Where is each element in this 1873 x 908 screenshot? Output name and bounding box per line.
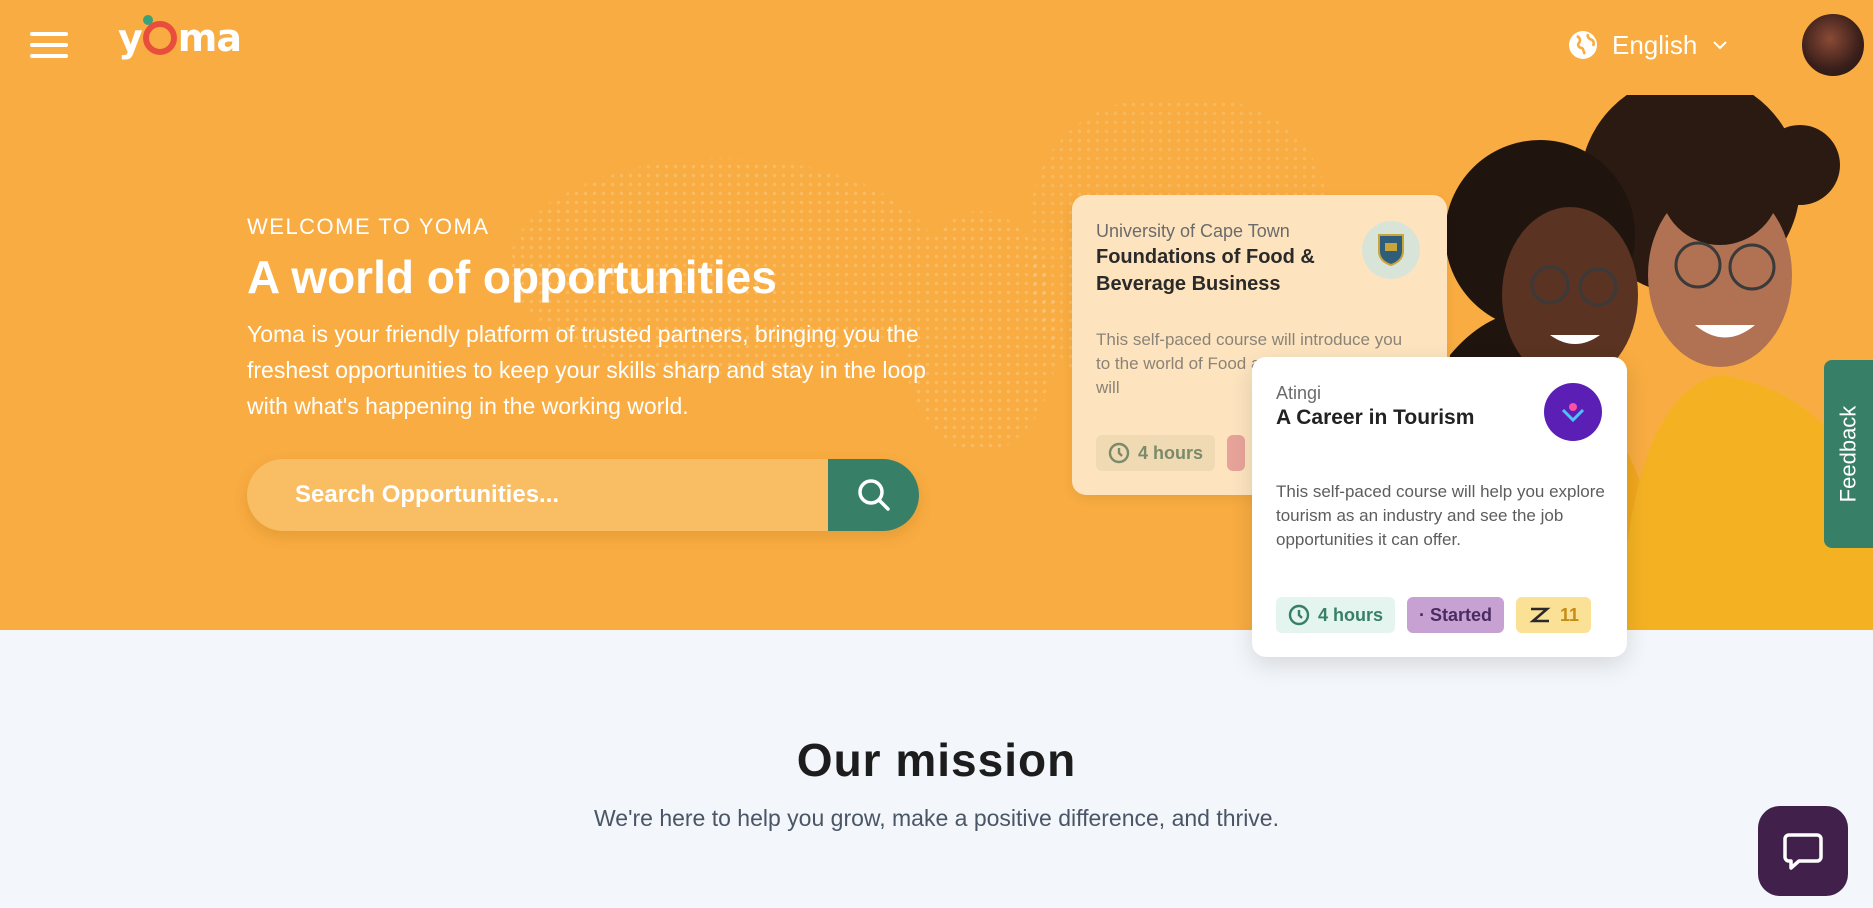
mission-subtitle: We're here to help you grow, make a posi… [594,805,1279,831]
reward-amount: 11 [1560,604,1580,625]
search-input[interactable] [247,459,827,531]
atingi-logo-icon [1544,383,1602,441]
status-badge: · Started [1407,597,1505,633]
card-description: This self-paced course will help you exp… [1276,482,1605,549]
reward-badge: 11 [1516,597,1592,633]
uct-crest-icon [1362,221,1420,279]
language-selector[interactable]: English [1568,26,1729,64]
duration-label: 4 hours [1318,604,1384,625]
zlto-icon [1529,607,1551,623]
chevron-down-icon [1713,41,1727,50]
hero-eyebrow: WELCOME TO YOMA [247,214,490,239]
hamburger-icon[interactable] [30,32,68,58]
search-icon [857,479,890,511]
mission-title: Our mission [796,734,1077,786]
opportunity-card[interactable]: Atingi A Career in Tourism This self-pac… [1252,357,1627,657]
duration-badge: 4 hours [1096,435,1216,471]
duration-badge: 4 hours [1276,597,1396,633]
language-label: English [1612,29,1698,60]
globe-icon [1569,31,1597,59]
card-title: Foundations of Food & Beverage Business [1096,246,1315,295]
page-title: A world of opportunities [247,251,777,303]
clock-icon [1108,442,1130,464]
clock-icon [1288,604,1310,626]
duration-label: 4 hours [1138,442,1204,463]
feedback-label: Feedback [1835,405,1861,503]
chat-bubble-icon [1783,833,1823,870]
hero-description: Yoma is your friendly platform of truste… [247,321,926,419]
feedback-tab[interactable]: Feedback [1824,360,1873,548]
yoma-logo[interactable]: y ma [118,15,242,60]
avatar[interactable] [1800,12,1866,78]
status-badge [1227,435,1246,471]
search-bar [247,459,919,531]
chat-button[interactable] [1758,806,1848,896]
search-button[interactable] [828,459,919,531]
